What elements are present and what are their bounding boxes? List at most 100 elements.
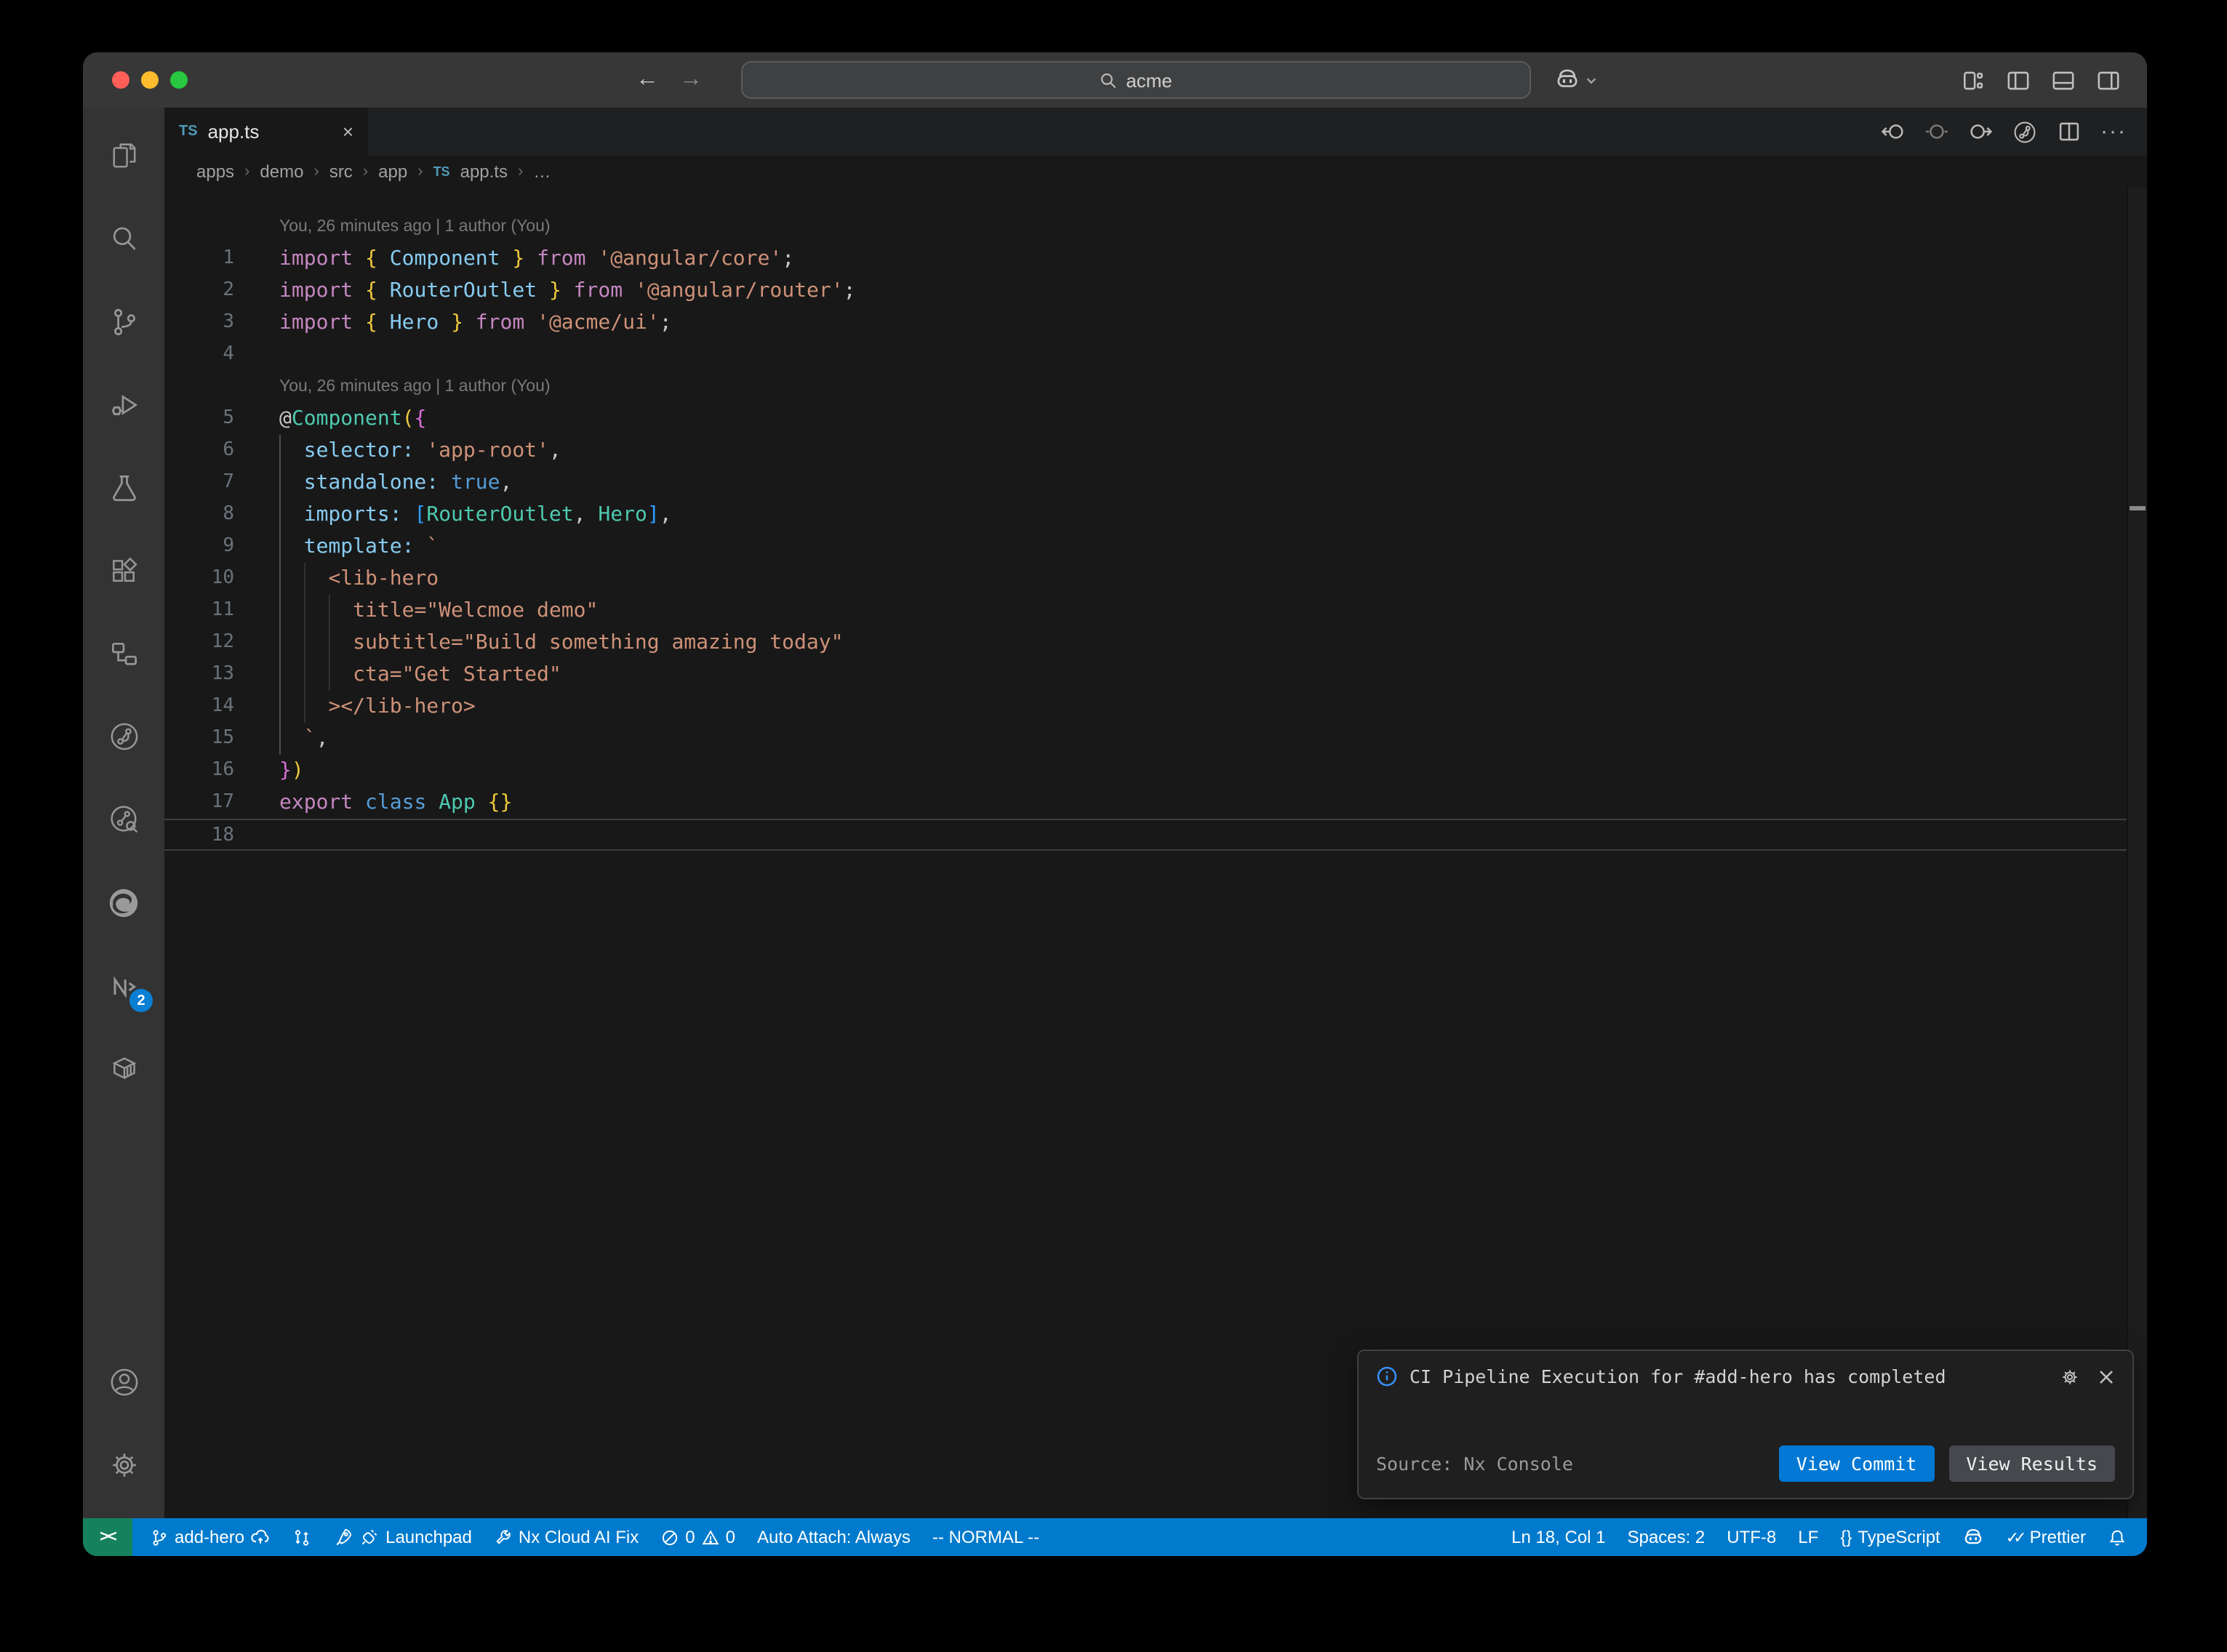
code-line[interactable]: 3import { Hero } from '@acme/ui'; <box>164 307 2147 339</box>
line-number: 1 <box>164 243 234 275</box>
launchpad-status-item[interactable]: Launchpad <box>333 1527 472 1547</box>
command-center-search[interactable]: acme <box>740 61 1530 99</box>
breadcrumb-item[interactable]: src <box>329 161 353 182</box>
overview-ruler[interactable] <box>2127 188 2147 1518</box>
git-compare-status-item[interactable] <box>292 1528 311 1547</box>
cloud-upload-icon <box>250 1527 271 1547</box>
sidebar-item-source-control[interactable] <box>83 281 164 364</box>
sidebar-item-run-debug[interactable] <box>83 364 164 446</box>
code-line[interactable]: 12 subtitle="Build something amazing tod… <box>164 627 2147 659</box>
code-line[interactable]: 9 template: ` <box>164 531 2147 563</box>
notification-controls <box>2060 1366 2115 1387</box>
status-bar-left: add-hero Launchpad Nx Cloud AI Fix <box>132 1518 1511 1556</box>
indentation-status-item[interactable]: Spaces: 2 <box>1628 1527 1706 1547</box>
blame-annotation[interactable]: You, 26 minutes ago | 1 author (You) <box>164 371 2147 403</box>
line-number: 13 <box>164 659 234 691</box>
remote-indicator[interactable]: >< <box>83 1518 132 1556</box>
current-change-icon[interactable] <box>1924 119 1949 144</box>
notification-close-icon[interactable] <box>2098 1368 2115 1385</box>
toggle-panel-icon[interactable] <box>2051 68 2076 92</box>
customize-layout-icon[interactable] <box>1961 68 1986 92</box>
close-tab-icon[interactable]: × <box>343 121 353 143</box>
blame-annotation[interactable]: You, 26 minutes ago | 1 author (You) <box>164 211 2147 243</box>
notification-source: Source: Nx Console <box>1376 1453 1779 1475</box>
problems-status-item[interactable]: 0 0 <box>660 1527 735 1547</box>
toggle-secondary-sidebar-icon[interactable] <box>2096 68 2121 92</box>
sidebar-item-explorer[interactable] <box>83 115 164 198</box>
line-number: 14 <box>164 691 234 723</box>
close-window-button[interactable] <box>112 71 129 89</box>
code-line[interactable]: 13 cta="Get Started" <box>164 659 2147 691</box>
run-debug-icon <box>107 388 140 422</box>
language-status-item[interactable]: {} TypeScript <box>1840 1527 1940 1547</box>
breadcrumb-item[interactable]: demo <box>260 161 303 182</box>
sidebar-item-settings[interactable] <box>83 1424 164 1507</box>
split-editor-icon[interactable] <box>2057 119 2082 144</box>
sidebar-item-extensions[interactable] <box>83 529 164 612</box>
line-number: 15 <box>164 723 234 755</box>
code-line[interactable]: 18 <box>164 819 2147 851</box>
previous-change-icon[interactable] <box>1881 119 1906 144</box>
zoom-window-button[interactable] <box>170 71 188 89</box>
line-number: 16 <box>164 755 234 787</box>
sidebar-item-testing[interactable] <box>83 446 164 529</box>
sidebar-item-project-graph[interactable] <box>83 612 164 695</box>
code-line[interactable]: 16}) <box>164 755 2147 787</box>
code-line[interactable]: 6 selector: 'app-root', <box>164 435 2147 467</box>
cursor-position-label: Ln 18, Col 1 <box>1511 1527 1605 1547</box>
wrench-icon <box>494 1528 513 1547</box>
code-line[interactable]: 7 standalone: true, <box>164 467 2147 499</box>
next-change-icon[interactable] <box>1968 119 1993 144</box>
navigate-forward-button[interactable]: → <box>676 67 705 93</box>
notifications-status-item[interactable] <box>2108 1528 2127 1547</box>
auto-attach-status-item[interactable]: Auto Attach: Always <box>757 1527 911 1547</box>
code-editor[interactable]: You, 26 minutes ago | 1 author (You)1imp… <box>164 188 2147 1518</box>
toggle-primary-sidebar-icon[interactable] <box>2006 68 2031 92</box>
tab-app-ts[interactable]: TS app.ts × <box>164 108 368 156</box>
code-line[interactable]: 11 title="Welcmoe demo" <box>164 595 2147 627</box>
sidebar-item-account[interactable] <box>83 1341 164 1424</box>
nx-cloud-fix-status-item[interactable]: Nx Cloud AI Fix <box>494 1527 639 1547</box>
navigate-back-button[interactable]: ← <box>633 67 662 93</box>
code-line[interactable]: 17export class App {} <box>164 787 2147 819</box>
copilot-status-item[interactable] <box>1962 1526 1984 1548</box>
breadcrumb-item[interactable]: app <box>378 161 407 182</box>
vim-mode-status-item[interactable]: -- NORMAL -- <box>932 1527 1039 1547</box>
indent-guide <box>279 435 281 755</box>
sidebar-item-commit-graph[interactable] <box>83 695 164 778</box>
code-line[interactable]: 8 imports: [RouterOutlet, Hero], <box>164 499 2147 531</box>
error-icon <box>660 1528 679 1547</box>
more-actions-icon[interactable]: ··· <box>2100 119 2127 144</box>
view-results-button[interactable]: View Results <box>1948 1446 2115 1482</box>
notification-footer: Source: Nx Console View Commit View Resu… <box>1376 1446 2115 1482</box>
copilot-menu[interactable] <box>1554 67 1597 93</box>
sidebar-item-edge-browser[interactable] <box>83 861 164 944</box>
view-commit-button[interactable]: View Commit <box>1779 1446 1935 1482</box>
code-line[interactable]: 1import { Component } from '@angular/cor… <box>164 243 2147 275</box>
language-label: TypeScript <box>1858 1527 1940 1547</box>
sidebar-item-nx-console[interactable]: 2 <box>83 944 164 1027</box>
code-line[interactable]: 5@Component({ <box>164 403 2147 435</box>
breadcrumb-item[interactable]: … <box>533 161 551 182</box>
line-content <box>234 339 279 371</box>
breadcrumb[interactable]: apps›demo›src›app›TSapp.ts›… <box>164 156 2147 188</box>
code-line[interactable]: 10 <lib-hero <box>164 563 2147 595</box>
branch-status-item[interactable]: add-hero <box>150 1527 271 1547</box>
code-line[interactable]: 4 <box>164 339 2147 371</box>
minimize-window-button[interactable] <box>141 71 159 89</box>
eol-status-item[interactable]: LF <box>1798 1527 1818 1547</box>
sidebar-item-containers[interactable] <box>83 1027 164 1110</box>
code-line[interactable]: 15 `, <box>164 723 2147 755</box>
commit-search-icon <box>107 803 140 836</box>
breadcrumb-item[interactable]: app.ts <box>460 161 508 182</box>
code-line[interactable]: 2import { RouterOutlet } from '@angular/… <box>164 275 2147 307</box>
encoding-status-item[interactable]: UTF-8 <box>1727 1527 1776 1547</box>
breadcrumb-item[interactable]: apps <box>196 161 234 182</box>
cursor-position-status-item[interactable]: Ln 18, Col 1 <box>1511 1527 1605 1547</box>
notification-settings-icon[interactable] <box>2060 1366 2080 1387</box>
commit-graph-toolbar-icon[interactable] <box>2012 119 2038 145</box>
formatter-status-item[interactable]: ✓✓ Prettier <box>2006 1527 2086 1547</box>
sidebar-item-commit-search[interactable] <box>83 778 164 861</box>
sidebar-item-search[interactable] <box>83 198 164 281</box>
code-line[interactable]: 14 ></lib-hero> <box>164 691 2147 723</box>
